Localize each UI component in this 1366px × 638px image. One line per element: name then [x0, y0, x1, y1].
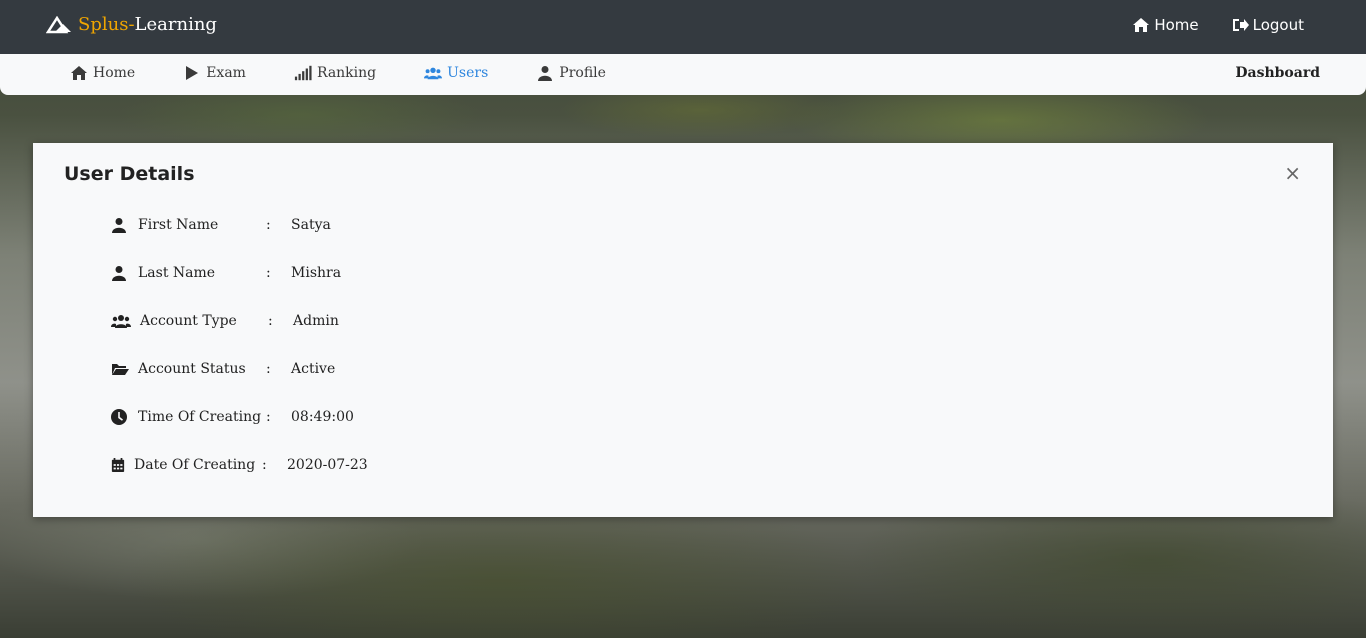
subnav-item-label: Ranking — [316, 65, 377, 81]
user-icon — [112, 266, 126, 281]
detail-first-name: First Name : Satya — [111, 214, 331, 236]
detail-label: Account Status — [138, 361, 246, 377]
subnav-item-profile[interactable]: Profile — [536, 65, 606, 81]
brand-logo-icon — [46, 15, 71, 33]
subnav-item-label: Profile — [559, 65, 606, 81]
user-details-card: User Details × First Name : Satya Last N… — [33, 143, 1333, 517]
top-logout-label: Logout — [1252, 16, 1304, 34]
brand-name-part2: Learning — [134, 14, 217, 35]
close-button[interactable]: × — [1284, 163, 1301, 183]
user-icon — [112, 218, 126, 233]
signal-bars-icon — [294, 65, 312, 81]
home-icon — [71, 66, 87, 80]
detail-value: Active — [291, 361, 336, 377]
detail-label: Date Of Creating — [134, 457, 256, 473]
card-title: User Details — [64, 163, 195, 185]
subnav-item-label: Exam — [206, 65, 246, 81]
user-icon — [538, 66, 553, 81]
detail-separator: : — [266, 409, 271, 425]
detail-value: 08:49:00 — [291, 409, 354, 425]
detail-separator: : — [266, 265, 271, 281]
detail-separator: : — [262, 457, 267, 473]
detail-separator: : — [268, 313, 273, 329]
top-logout-link[interactable]: Logout — [1231, 16, 1304, 34]
subnav-item-ranking[interactable]: Ranking — [294, 65, 376, 81]
detail-label: First Name — [138, 217, 219, 233]
play-icon — [186, 66, 199, 80]
secondary-navbar: Home Exam Ranking Users Profile Dashboar… — [0, 54, 1366, 95]
detail-account-status: Account Status : Active — [111, 358, 335, 380]
dashboard-link[interactable]: Dashboard — [1235, 65, 1320, 81]
calendar-icon — [111, 458, 125, 472]
subnav-item-label: Home — [93, 65, 136, 81]
brand-name-part1: Splus- — [78, 14, 135, 35]
detail-value: Mishra — [291, 265, 342, 281]
clock-icon — [111, 409, 127, 425]
detail-label: Account Type — [140, 313, 237, 329]
subnav-item-home[interactable]: Home — [70, 65, 135, 81]
detail-label: Last Name — [138, 265, 216, 281]
top-home-label: Home — [1154, 16, 1199, 34]
detail-value: Admin — [293, 313, 339, 329]
detail-value: 2020-07-23 — [287, 457, 368, 473]
top-home-link[interactable]: Home — [1132, 16, 1199, 34]
detail-time-of-creating: Time Of Creating : 08:49:00 — [111, 406, 354, 428]
users-icon — [424, 67, 443, 80]
home-icon — [1133, 18, 1150, 32]
detail-separator: : — [266, 361, 271, 377]
top-navbar: Splus- Learning Home Logout — [0, 0, 1366, 54]
detail-account-type: Account Type : Admin — [111, 310, 339, 332]
brand[interactable]: Splus- Learning — [46, 14, 217, 35]
folder-open-icon — [112, 364, 129, 375]
subnav-item-users[interactable]: Users — [424, 65, 488, 81]
detail-date-of-creating: Date Of Creating : 2020-07-23 — [111, 454, 368, 476]
detail-label: Time Of Creating — [138, 409, 262, 425]
detail-separator: : — [266, 217, 271, 233]
detail-last-name: Last Name : Mishra — [111, 262, 341, 284]
subnav-item-label: Users — [447, 65, 489, 81]
users-icon — [111, 315, 131, 328]
subnav-item-exam[interactable]: Exam — [183, 65, 246, 81]
logout-icon — [1232, 19, 1249, 31]
detail-value: Satya — [291, 217, 331, 233]
